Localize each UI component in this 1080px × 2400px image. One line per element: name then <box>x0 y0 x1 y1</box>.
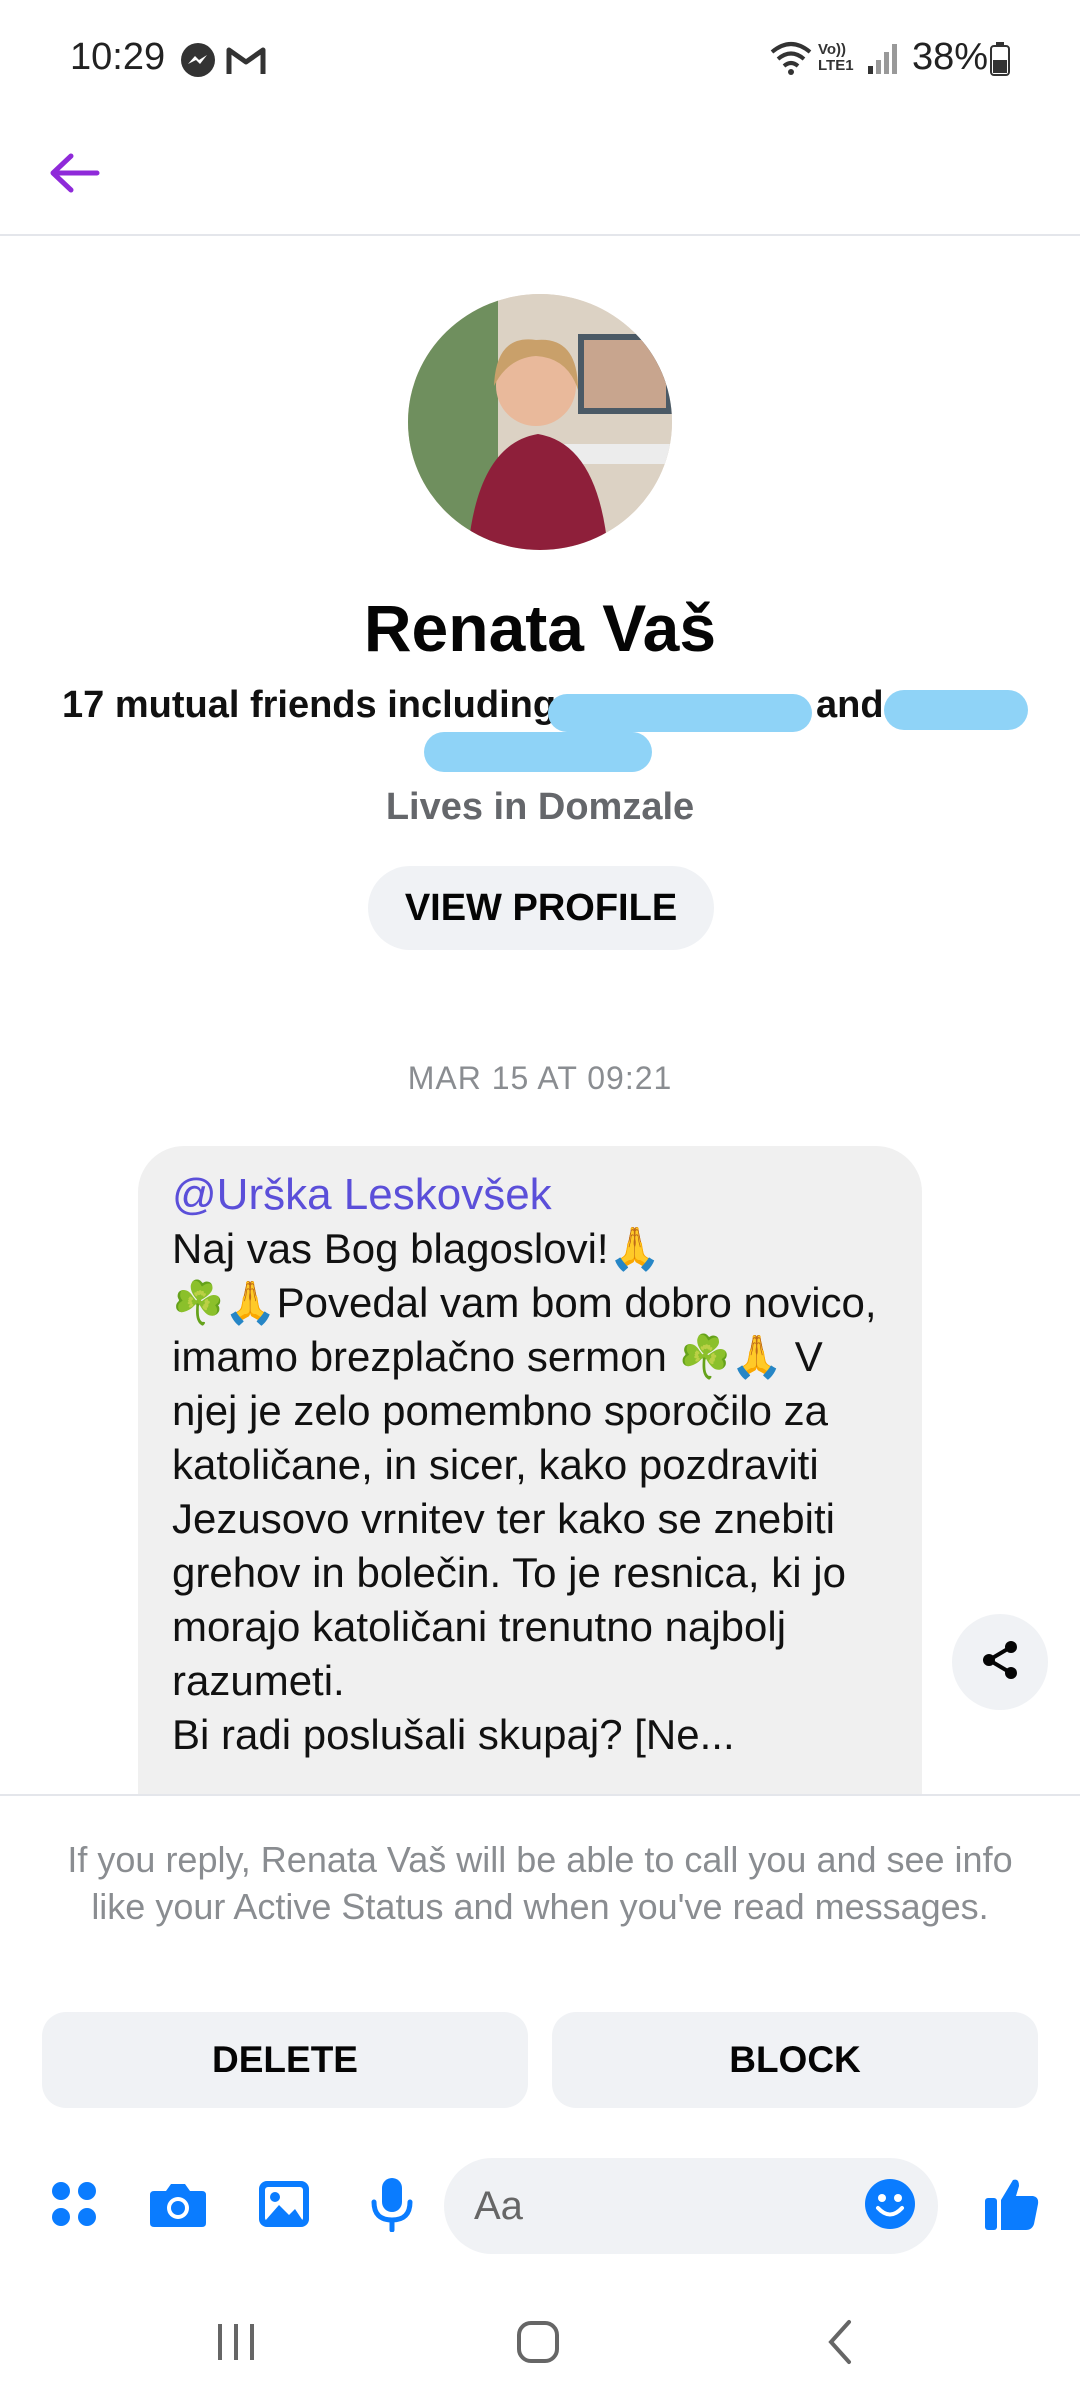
apps-button[interactable] <box>42 2174 106 2238</box>
back-nav-button[interactable] <box>800 2314 880 2374</box>
redaction-mark <box>884 690 1028 730</box>
share-icon <box>978 1638 1022 1687</box>
volte-label: Vo)) LTE1 <box>818 41 854 74</box>
share-button[interactable] <box>952 1614 1048 1710</box>
system-nav-bar <box>0 2290 1080 2400</box>
status-bar: 10:29 Vo)) LTE1 38% <box>0 0 1080 120</box>
gmail-notification-icon <box>226 44 266 80</box>
request-notice: If you reply, Renata Vaš will be able to… <box>67 1839 1013 1927</box>
arrow-left-icon <box>47 151 103 200</box>
battery-icon <box>990 42 1010 78</box>
message-body: ☘️🙏Povedal vam bom dobro novico, imamo b… <box>172 1279 889 1704</box>
redaction-mark <box>548 694 812 732</box>
voice-button[interactable] <box>360 2174 424 2238</box>
redaction-mark <box>424 732 652 772</box>
mutual-friends-prefix: 17 mutual friends including <box>62 684 557 726</box>
emoji-button[interactable] <box>858 2174 922 2238</box>
profile-avatar[interactable] <box>408 294 672 550</box>
messenger-notification-icon <box>180 42 216 78</box>
recent-apps-icon <box>214 2322 258 2367</box>
camera-button[interactable] <box>146 2174 210 2238</box>
view-profile-button[interactable]: VIEW PROFILE <box>368 866 714 950</box>
mutual-friends-text: 17 mutual friends including and <box>62 684 884 727</box>
delete-button[interactable]: DELETE <box>42 2012 528 2108</box>
wifi-icon <box>770 40 812 76</box>
message-composer <box>0 2140 1080 2270</box>
message-input[interactable] <box>474 2174 854 2238</box>
apps-icon <box>49 2179 99 2234</box>
camera-icon <box>148 2179 208 2234</box>
message-request-panel: If you reply, Renata Vaš will be able to… <box>0 1794 1080 2108</box>
message-bubble[interactable]: @Urška Leskovšek Naj vas Bog blagoslovi!… <box>138 1146 922 1806</box>
message-timestamp: MAR 15 AT 09:21 <box>407 1060 673 1096</box>
home-button[interactable] <box>498 2314 578 2374</box>
message-input-container <box>444 2158 938 2254</box>
message-line: Bi radi poslušali skupaj? [Ne... <box>172 1711 735 1758</box>
gallery-button[interactable] <box>252 2174 316 2238</box>
battery-percent: 38% <box>911 36 988 78</box>
recent-apps-button[interactable] <box>196 2314 276 2374</box>
back-button[interactable] <box>40 140 110 210</box>
conversation-header <box>0 120 1080 236</box>
microphone-icon <box>370 2176 414 2237</box>
home-icon <box>516 2320 560 2369</box>
gallery-icon <box>257 2179 311 2234</box>
lives-in-text: Lives in Domzale <box>385 786 695 828</box>
profile-name: Renata Vaš <box>363 591 717 665</box>
message-line: Naj vas Bog blagoslovi!🙏 <box>172 1225 661 1272</box>
block-button[interactable]: BLOCK <box>552 2012 1038 2108</box>
status-time: 10:29 <box>70 36 166 78</box>
message-mention[interactable]: @Urška Leskovšek <box>172 1168 890 1222</box>
like-button[interactable] <box>980 2174 1044 2238</box>
mutual-friends-and: and <box>816 684 884 726</box>
signal-icon <box>866 42 900 78</box>
thumbs-up-icon <box>983 2176 1041 2237</box>
chevron-left-icon <box>825 2318 855 2371</box>
emoji-icon <box>863 2177 917 2236</box>
